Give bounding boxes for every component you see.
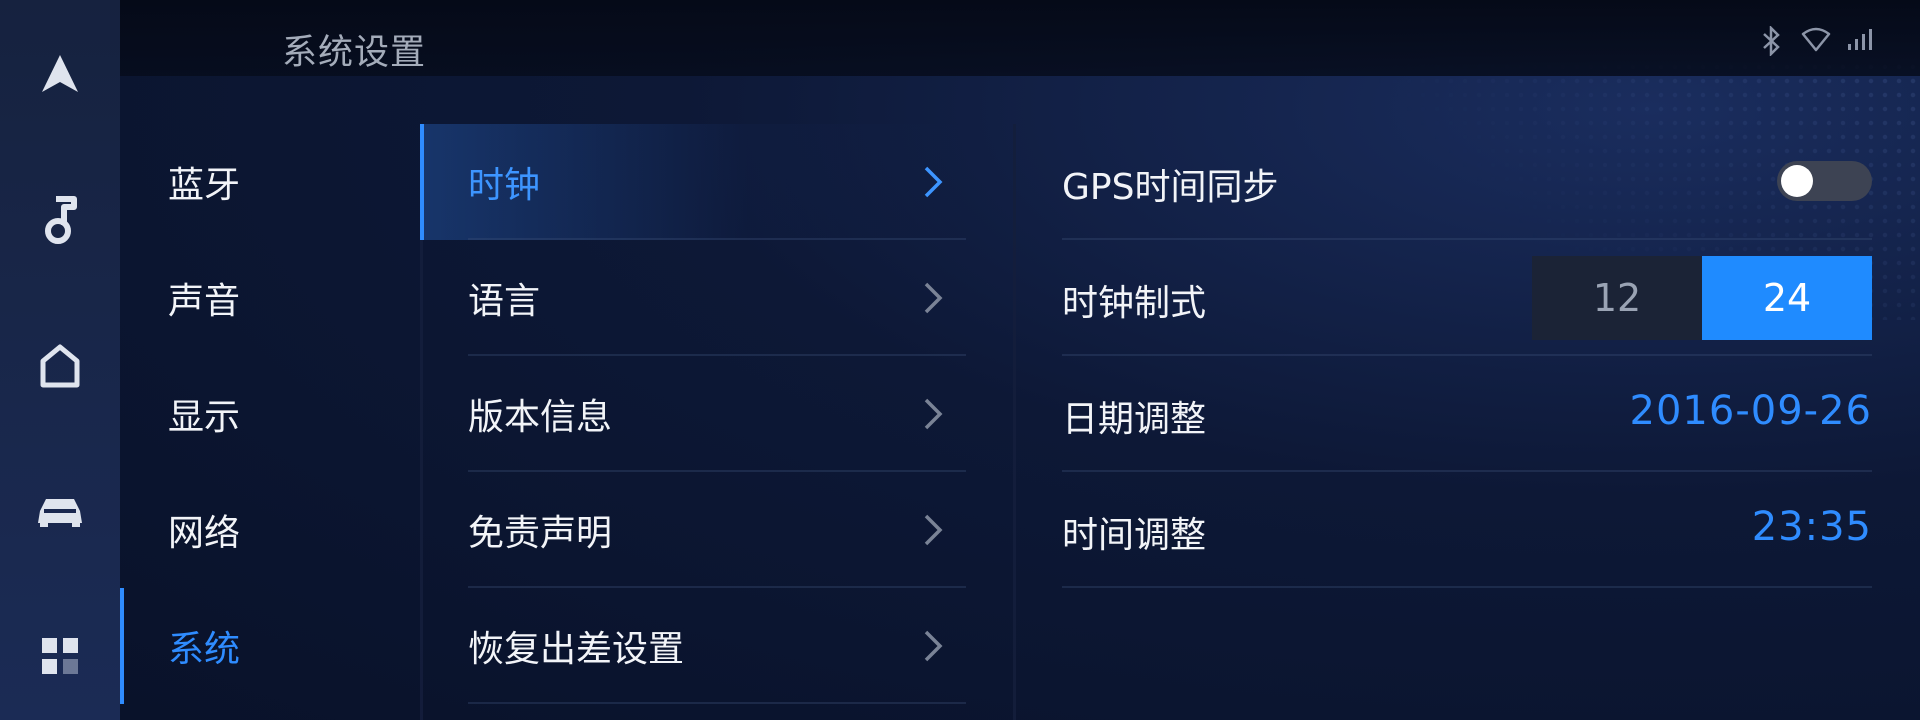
submenu-item-disclaimer[interactable]: 免责声明: [420, 472, 966, 588]
bluetooth-icon: [1760, 26, 1782, 56]
icon-rail: [0, 0, 120, 720]
divider: [1062, 586, 1872, 588]
apps-icon[interactable]: [0, 630, 120, 682]
date-value[interactable]: 2016-09-26: [1630, 388, 1872, 434]
submenu-item-clock[interactable]: 时钟: [420, 124, 966, 240]
chevron-right-icon: [924, 282, 943, 314]
menu-item-display[interactable]: 显示: [120, 356, 420, 472]
signal-icon: [1846, 26, 1876, 52]
gps-sync-label: GPS时间同步: [1062, 167, 1279, 208]
divider: [1062, 470, 1872, 472]
settings-main: 系统设置 蓝牙 声音 显示 网络 系统 时钟 语言 版本信息 免责声明 恢复出差…: [120, 0, 1920, 720]
date-adjust-label: 日期调整: [1062, 399, 1207, 440]
divider: [1062, 238, 1872, 240]
gps-sync-toggle[interactable]: [1777, 161, 1872, 201]
chevron-right-icon: [924, 514, 943, 546]
submenu-item-factory-reset[interactable]: 恢复出差设置: [420, 588, 966, 704]
clock-format-label: 时钟制式: [1062, 283, 1207, 324]
clock-format-segmented: 12 24: [1532, 256, 1872, 340]
menu2-active-indicator: [420, 124, 424, 240]
menu-item-system[interactable]: 系统: [120, 588, 420, 704]
column-divider: [1013, 124, 1016, 720]
submenu-item-version-info[interactable]: 版本信息: [420, 356, 966, 472]
wifi-icon: [1801, 26, 1831, 52]
time-adjust-label: 时间调整: [1062, 515, 1207, 556]
time-value[interactable]: 23:35: [1752, 504, 1872, 550]
music-icon[interactable]: [0, 194, 120, 246]
submenu-item-language[interactable]: 语言: [420, 240, 966, 356]
navigation-icon[interactable]: [0, 48, 120, 100]
top-bar: 系统设置: [120, 0, 1920, 76]
menu1-active-indicator: [120, 588, 124, 704]
format-24-button[interactable]: 24: [1702, 256, 1872, 340]
format-12-button[interactable]: 12: [1532, 256, 1702, 340]
chevron-right-icon: [924, 398, 943, 430]
submenu-item-label: 免责声明: [468, 513, 613, 554]
submenu-item-label: 语言: [468, 281, 541, 322]
home-icon[interactable]: [0, 340, 120, 392]
divider: [468, 702, 966, 704]
submenu-item-label: 恢复出差设置: [468, 629, 685, 670]
chevron-right-icon: [924, 630, 943, 662]
chevron-right-icon: [924, 166, 943, 198]
menu-item-network[interactable]: 网络: [120, 472, 420, 588]
page-title: 系统设置: [282, 33, 427, 73]
menu-item-bluetooth[interactable]: 蓝牙: [120, 124, 420, 240]
submenu-item-label: 时钟: [468, 165, 541, 206]
car-icon[interactable]: [0, 486, 120, 538]
submenu-item-label: 版本信息: [468, 397, 613, 438]
toggle-knob: [1781, 165, 1813, 197]
divider: [1062, 354, 1872, 356]
menu-item-sound[interactable]: 声音: [120, 240, 420, 356]
